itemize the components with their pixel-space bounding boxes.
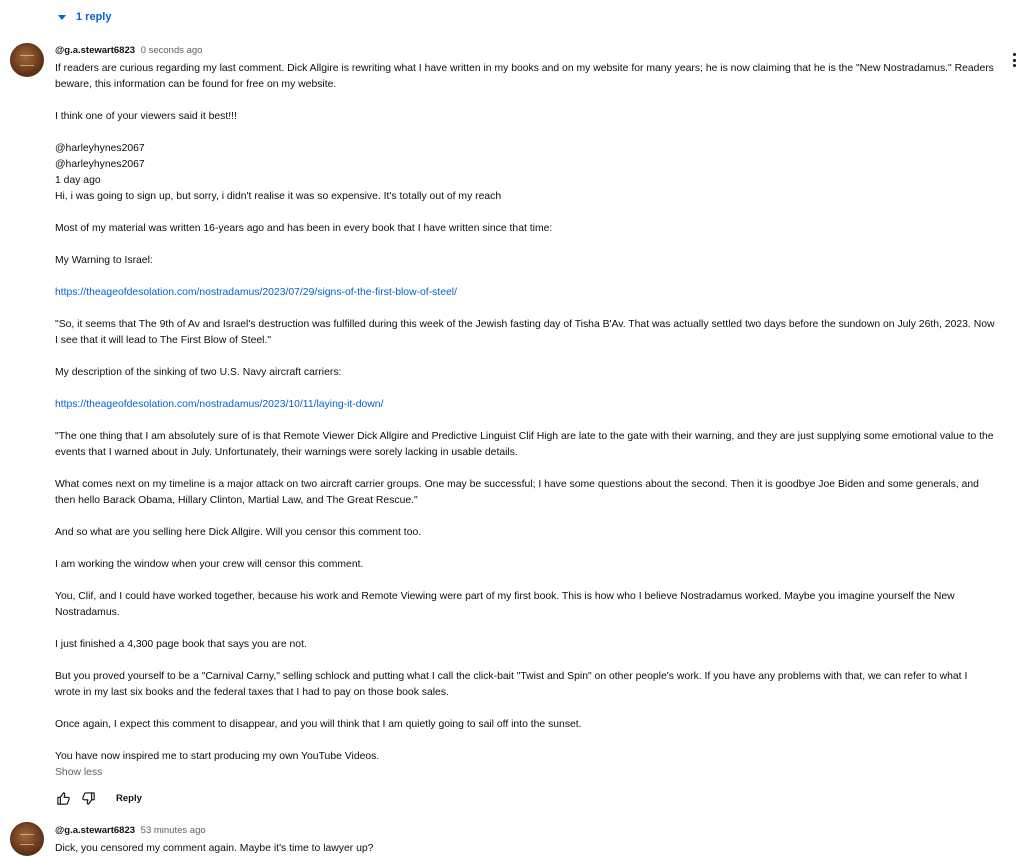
comment-paragraph: Once again, I expect this comment to dis… [55,719,582,730]
comment-paragraph: And so what are you selling here Dick Al… [55,527,422,538]
reply-button[interactable]: Reply [116,793,142,804]
comment-author[interactable]: @g.a.stewart6823 [55,45,135,56]
comment-paragraph: "So, it seems that The 9th of Av and Isr… [55,319,998,346]
comment-paragraph: I am working the window when your crew w… [55,559,364,570]
comment-header: @g.a.stewart6823 0 seconds ago [55,45,202,57]
caret-down-icon [58,14,66,20]
comment-paragraph: Most of my material was written 16-years… [55,223,553,234]
replies-toggle-label: 1 reply [76,11,112,23]
comment-paragraph: "The one thing that I am absolutely sure… [55,431,997,458]
comment-paragraph: https://theageofdesolation.com/nostradam… [55,285,995,301]
comment-paragraph: I just finished a 4,300 page book that s… [55,639,307,650]
comment-actions: Reply [55,789,142,807]
comment-paragraph: 1 day ago [55,175,101,186]
comment-paragraph: If readers are curious regarding my last… [55,63,997,90]
dislike-icon[interactable] [80,790,96,806]
comment-timestamp[interactable]: 0 seconds ago [141,45,203,56]
comment-link[interactable]: https://theageofdesolation.com/nostradam… [55,399,383,410]
comment-paragraph: Hi, i was going to sign up, but sorry, i… [55,191,502,202]
comment-paragraph: https://theageofdesolation.com/nostradam… [55,397,995,413]
more-options-icon[interactable] [1009,51,1019,69]
comment-paragraph: You, Clif, and I could have worked toget… [55,591,958,618]
replies-toggle[interactable]: 1 reply [58,8,111,26]
comment-paragraph: But you proved yourself to be a "Carniva… [55,671,971,698]
avatar[interactable] [10,43,44,77]
comment-paragraph: I think one of your viewers said it best… [55,111,237,122]
comment-paragraph: What comes next on my timeline is a majo… [55,479,982,506]
comment-body: If readers are curious regarding my last… [55,61,995,765]
comment-body: Dick, you censored my comment again. May… [55,843,374,854]
avatar[interactable] [10,822,44,856]
comment-paragraph: My description of the sinking of two U.S… [55,367,342,378]
comment-paragraph: @harleyhynes2067 [55,143,145,154]
like-icon[interactable] [55,790,71,806]
comment-header: @g.a.stewart6823 53 minutes ago [55,825,206,837]
comment-paragraph: My Warning to Israel: [55,255,153,266]
comment-link[interactable]: https://theageofdesolation.com/nostradam… [55,287,457,298]
show-less-button[interactable]: Show less [55,767,102,778]
comment-paragraph: You have now inspired me to start produc… [55,751,380,762]
comment-paragraph: @harleyhynes2067 [55,159,145,170]
comment-timestamp[interactable]: 53 minutes ago [141,825,206,836]
comment-author[interactable]: @g.a.stewart6823 [55,825,135,836]
